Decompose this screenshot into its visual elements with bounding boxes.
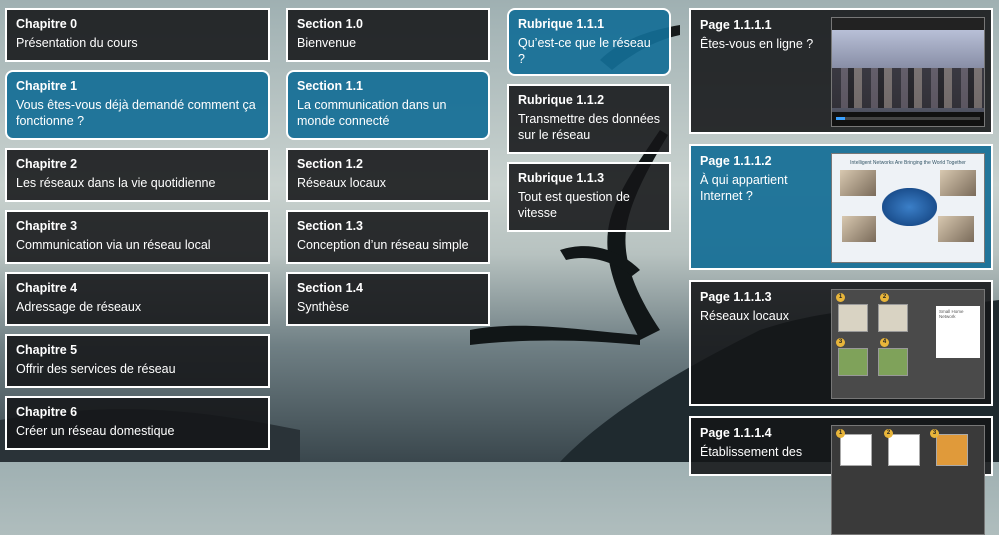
- photo-icon: [940, 170, 976, 196]
- step-badge: 3: [836, 338, 845, 347]
- info-panel: Small Home Network: [936, 306, 980, 358]
- topic-tile-1-1-1[interactable]: Rubrique 1.1.1 Qu’est-ce que le réseau ?: [507, 8, 671, 76]
- page-tile-1-1-1-4[interactable]: Page 1.1.1.4 Établissement des 1 2 3: [689, 416, 993, 535]
- diagram-thumbnail: Intelligent Networks Are Bringing the Wo…: [831, 153, 985, 263]
- chapter-tile-3[interactable]: Chapitre 3 Communication via un réseau l…: [5, 210, 270, 264]
- chapter-subtitle: Offrir des services de réseau: [16, 362, 176, 376]
- chapter-subtitle: Adressage de réseaux: [16, 300, 142, 314]
- chapter-title: Chapitre 3: [16, 219, 78, 233]
- diagram-caption: Intelligent Networks Are Bringing the Wo…: [850, 160, 966, 166]
- video-thumbnail: [831, 17, 985, 127]
- topic-title: Rubrique 1.1.2: [518, 93, 605, 107]
- chapter-tile-4[interactable]: Chapitre 4 Adressage de réseaux: [5, 272, 270, 326]
- chapter-tile-2[interactable]: Chapitre 2 Les réseaux dans la vie quoti…: [5, 148, 270, 202]
- page-tile-1-1-1-1[interactable]: Page 1.1.1.1 Êtes-vous en ligne ?: [689, 8, 993, 134]
- section-tile-1-0[interactable]: Section 1.0 Bienvenue: [286, 8, 490, 62]
- section-tile-1-1[interactable]: Section 1.1 La communication dans un mon…: [286, 70, 490, 140]
- chapter-subtitle: Présentation du cours: [16, 36, 138, 50]
- topic-subtitle: Qu’est-ce que le réseau ?: [518, 36, 651, 66]
- section-title: Section 1.2: [297, 157, 363, 171]
- chapter-tile-6[interactable]: Chapitre 6 Créer un réseau domestique: [5, 396, 270, 450]
- chapter-tile-0[interactable]: Chapitre 0 Présentation du cours: [5, 8, 270, 62]
- page-tile-1-1-1-3[interactable]: Page 1.1.1.3 Réseaux locaux 1 2 3 4 Smal…: [689, 280, 993, 406]
- section-title: Section 1.0: [297, 17, 363, 31]
- info-panel-caption: Small Home Network: [939, 309, 964, 319]
- section-tile-1-3[interactable]: Section 1.3 Conception d’un réseau simpl…: [286, 210, 490, 264]
- world-map-icon: [882, 188, 937, 226]
- page-subtitle: Réseaux locaux: [700, 309, 789, 323]
- room-image: [838, 304, 868, 332]
- page-subtitle: Établissement des: [700, 445, 803, 459]
- photo-icon: [938, 216, 974, 242]
- section-title: Section 1.1: [297, 79, 363, 93]
- chapter-subtitle: Les réseaux dans la vie quotidienne: [16, 176, 216, 190]
- chapter-title: Chapitre 1: [16, 79, 78, 93]
- photo-icon: [842, 216, 876, 242]
- chapter-tile-1[interactable]: Chapitre 1 Vous êtes-vous déjà demandé c…: [5, 70, 270, 140]
- chapter-subtitle: Communication via un réseau local: [16, 238, 211, 252]
- section-subtitle: La communication dans un monde connecté: [297, 98, 447, 128]
- topic-subtitle: Transmettre des données sur le réseau: [518, 112, 660, 142]
- device-image: [888, 434, 920, 466]
- section-title: Section 1.4: [297, 281, 363, 295]
- room-image: [878, 304, 908, 332]
- section-title: Section 1.3: [297, 219, 363, 233]
- chapter-subtitle: Vous êtes-vous déjà demandé comment ça f…: [16, 98, 256, 128]
- room-image: [838, 348, 868, 376]
- section-subtitle: Bienvenue: [297, 36, 357, 50]
- chapter-title: Chapitre 6: [16, 405, 78, 419]
- gallery-thumbnail: 1 2 3 4 Small Home Network: [831, 289, 985, 399]
- step-badge: 2: [880, 293, 889, 302]
- section-tile-1-2[interactable]: Section 1.2 Réseaux locaux: [286, 148, 490, 202]
- page-tile-1-1-1-2[interactable]: Page 1.1.1.2 À qui appartient Internet ?…: [689, 144, 993, 270]
- chapter-title: Chapitre 0: [16, 17, 78, 31]
- section-subtitle: Conception d’un réseau simple: [297, 238, 469, 252]
- chapter-title: Chapitre 5: [16, 343, 78, 357]
- photo-icon: [840, 170, 876, 196]
- step-badge: 1: [836, 293, 845, 302]
- room-image: [878, 348, 908, 376]
- chapter-title: Chapitre 4: [16, 281, 78, 295]
- section-subtitle: Réseaux locaux: [297, 176, 386, 190]
- devices-thumbnail: 1 2 3: [831, 425, 985, 535]
- topic-title: Rubrique 1.1.3: [518, 171, 605, 185]
- step-badge: 2: [884, 429, 893, 438]
- step-badge: 4: [880, 338, 889, 347]
- step-badge: 1: [836, 429, 845, 438]
- step-badge: 3: [930, 429, 939, 438]
- device-image: [840, 434, 872, 466]
- page-subtitle: À qui appartient Internet ?: [700, 173, 788, 203]
- page-subtitle: Êtes-vous en ligne ?: [700, 37, 814, 51]
- chapter-subtitle: Créer un réseau domestique: [16, 424, 175, 438]
- video-controls: [832, 112, 984, 126]
- video-progress: [836, 117, 980, 120]
- chapter-tile-5[interactable]: Chapitre 5 Offrir des services de réseau: [5, 334, 270, 388]
- chapter-title: Chapitre 2: [16, 157, 78, 171]
- section-subtitle: Synthèse: [297, 300, 350, 314]
- device-image: [936, 434, 968, 466]
- section-tile-1-4[interactable]: Section 1.4 Synthèse: [286, 272, 490, 326]
- crowd-image: [832, 68, 984, 108]
- video-title-bar: [832, 18, 984, 30]
- topic-subtitle: Tout est question de vitesse: [518, 190, 630, 220]
- topic-tile-1-1-2[interactable]: Rubrique 1.1.2 Transmettre des données s…: [507, 84, 671, 154]
- topic-tile-1-1-3[interactable]: Rubrique 1.1.3 Tout est question de vite…: [507, 162, 671, 232]
- topic-title: Rubrique 1.1.1: [518, 17, 605, 31]
